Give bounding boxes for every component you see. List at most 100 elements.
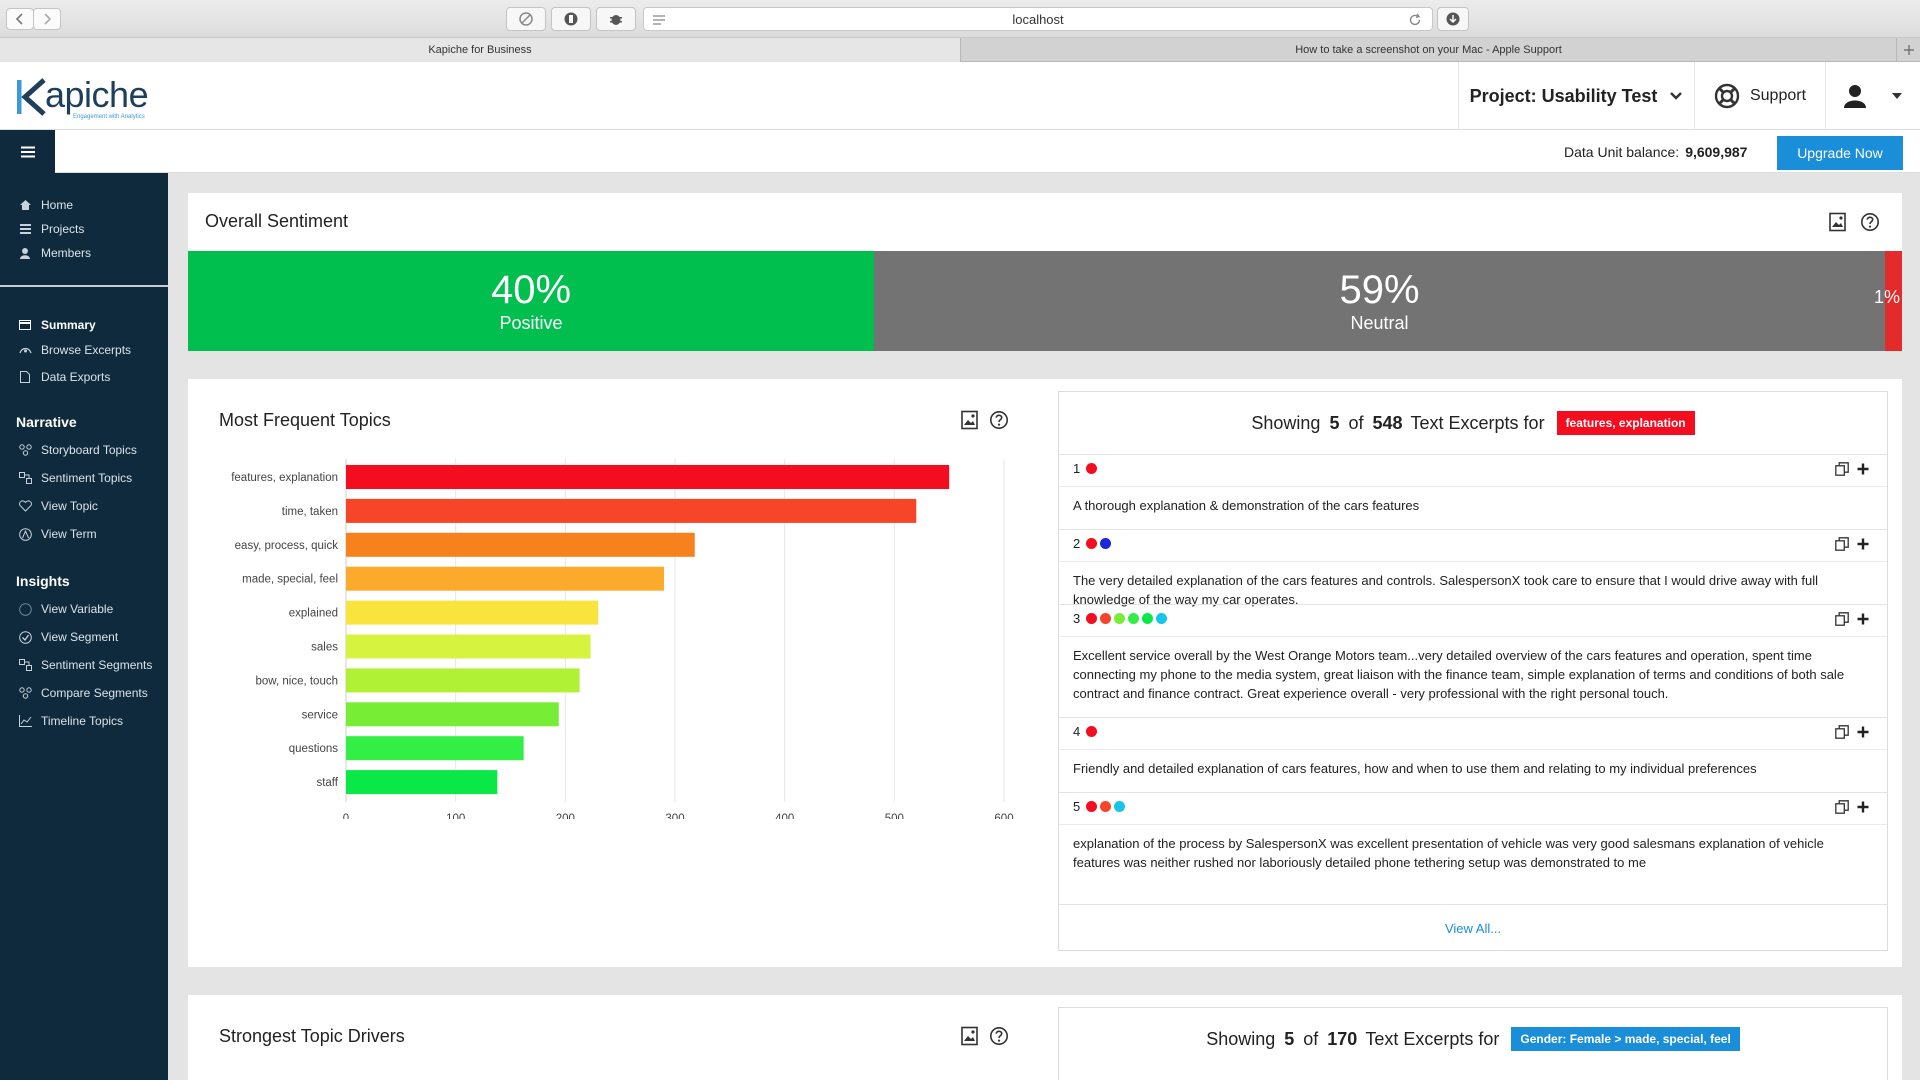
neutral-percent: 59% bbox=[1339, 267, 1420, 312]
sidebar-item-sentiment-segments[interactable]: Sentiment Segments bbox=[0, 655, 168, 675]
topics-card: Most Frequent Topics features, explanati… bbox=[188, 379, 1902, 967]
reload-icon[interactable] bbox=[1408, 13, 1422, 27]
neutral-label: Neutral bbox=[1350, 312, 1409, 333]
tab-kapiche[interactable]: Kapiche for Business bbox=[0, 38, 961, 62]
copy-icon[interactable] bbox=[1835, 725, 1849, 739]
add-icon[interactable] bbox=[1857, 726, 1869, 738]
sidebar-item-view-variable[interactable]: View Variable bbox=[0, 599, 168, 619]
excerpt-index: 2 bbox=[1073, 536, 1081, 551]
bar[interactable] bbox=[346, 634, 591, 659]
bar[interactable] bbox=[346, 736, 524, 761]
sidebar-item-view-topic[interactable]: View Topic bbox=[0, 496, 168, 516]
upgrade-button[interactable]: Upgrade Now bbox=[1777, 136, 1903, 170]
excerpt-count: 5 bbox=[1329, 412, 1340, 433]
extension-button-1[interactable] bbox=[506, 7, 546, 31]
block-icon bbox=[519, 12, 533, 26]
sidebar-item-home[interactable]: Home bbox=[0, 195, 168, 215]
add-icon[interactable] bbox=[1857, 613, 1869, 625]
help-icon[interactable] bbox=[989, 410, 1009, 430]
sidebar-item-members[interactable]: Members bbox=[0, 243, 168, 263]
bar[interactable] bbox=[346, 668, 580, 693]
add-icon[interactable] bbox=[1857, 538, 1869, 550]
positive-label: Positive bbox=[499, 312, 563, 333]
sidebar-item-compare-segments[interactable]: Compare Segments bbox=[0, 683, 168, 703]
view-all-row: View All... bbox=[1059, 904, 1887, 951]
excerpt-total: 548 bbox=[1372, 412, 1403, 433]
bar[interactable] bbox=[346, 498, 917, 523]
topic-dot bbox=[1086, 538, 1098, 549]
excerpt-text: Excellent service overall by the West Or… bbox=[1073, 648, 1845, 701]
forward-button[interactable] bbox=[33, 8, 61, 30]
excerpt-total: 170 bbox=[1327, 1028, 1358, 1049]
topic-tag[interactable]: features, explanation bbox=[1556, 411, 1695, 435]
topic-dot bbox=[1086, 801, 1098, 812]
copy-icon[interactable] bbox=[1835, 800, 1849, 814]
address-bar[interactable]: localhost bbox=[643, 7, 1433, 31]
excerpt-divider bbox=[1059, 561, 1887, 562]
sidebar-item-timeline-topics[interactable]: Timeline Topics bbox=[0, 711, 168, 731]
excerpt-divider bbox=[1059, 824, 1887, 825]
x-tick-label: 400 bbox=[775, 813, 794, 819]
excerpt-count: 5 bbox=[1284, 1028, 1295, 1049]
downloads-button[interactable] bbox=[1437, 7, 1469, 31]
bar[interactable] bbox=[346, 702, 559, 727]
bar[interactable] bbox=[346, 770, 498, 795]
sidebar-item-projects[interactable]: Projects bbox=[0, 219, 168, 239]
help-icon[interactable] bbox=[1860, 212, 1880, 232]
category-label: features, explanation bbox=[231, 472, 338, 484]
x-tick-label: 0 bbox=[343, 813, 349, 819]
positive-segment[interactable]: 40% Positive bbox=[188, 251, 874, 351]
bar[interactable] bbox=[346, 566, 665, 591]
logo-text: apiche bbox=[45, 74, 149, 115]
neutral-segment[interactable]: 59% Neutral bbox=[874, 251, 1885, 351]
add-icon[interactable] bbox=[1857, 463, 1869, 475]
menu-toggle-button[interactable] bbox=[0, 130, 55, 173]
card-title: Strongest Topic Drivers bbox=[219, 1026, 405, 1046]
back-button[interactable] bbox=[6, 8, 34, 30]
project-selector[interactable]: Project: Usability Test bbox=[1458, 62, 1695, 130]
sidebar-item-view-segment[interactable]: View Segment bbox=[0, 627, 168, 647]
tab-apple-support[interactable]: How to take a screenshot on your Mac - A… bbox=[961, 38, 1896, 62]
browse-icon bbox=[18, 343, 32, 357]
reader-icon bbox=[653, 15, 665, 25]
browser-toolbar: localhost bbox=[0, 0, 1920, 38]
export-image-icon[interactable] bbox=[1828, 212, 1848, 232]
excerpt-text: A thorough explanation & demonstration o… bbox=[1073, 498, 1420, 513]
sidebar-item-data-exports[interactable]: Data Exports bbox=[0, 367, 168, 387]
add-icon[interactable] bbox=[1857, 801, 1869, 813]
bar[interactable] bbox=[346, 600, 599, 625]
file-icon bbox=[18, 370, 32, 384]
topic-dot bbox=[1128, 613, 1140, 624]
support-button[interactable]: Support bbox=[1695, 62, 1826, 130]
sidebar-item-summary[interactable]: Summary bbox=[0, 315, 168, 335]
segment-tag[interactable]: Gender: Female > made, special, feel bbox=[1511, 1027, 1740, 1051]
copy-icon[interactable] bbox=[1835, 537, 1849, 551]
excerpts-suffix: Text Excerpts for bbox=[1365, 1028, 1500, 1049]
export-image-icon[interactable] bbox=[960, 1026, 980, 1046]
excerpt-number: 3 bbox=[1073, 611, 1168, 626]
sidebar-item-browse-excerpts[interactable]: Browse Excerpts bbox=[0, 340, 168, 360]
user-menu-button[interactable] bbox=[1826, 62, 1920, 130]
new-tab-button[interactable] bbox=[1896, 38, 1920, 62]
topic-dot bbox=[1114, 613, 1126, 624]
kapiche-logo[interactable]: apiche Engagement with Analytics bbox=[17, 72, 177, 122]
help-icon[interactable] bbox=[989, 1026, 1009, 1046]
sidebar-item-view-term[interactable]: View Term bbox=[0, 524, 168, 544]
bar[interactable] bbox=[346, 532, 695, 557]
category-label: bow, nice, touch bbox=[256, 675, 338, 687]
extension-button-3[interactable] bbox=[596, 7, 636, 31]
url-text: localhost bbox=[1012, 11, 1064, 27]
export-image-icon[interactable] bbox=[960, 410, 980, 430]
extension-button-2[interactable] bbox=[551, 7, 591, 31]
sidebar-item-sentiment-topics[interactable]: Sentiment Topics bbox=[0, 468, 168, 488]
copy-icon[interactable] bbox=[1835, 612, 1849, 626]
of-word: of bbox=[1348, 412, 1364, 433]
topic-dot bbox=[1086, 463, 1098, 474]
excerpt-actions bbox=[1835, 462, 1869, 476]
topics-bar-chart: features, explanation time, taken easy, pr… bbox=[231, 459, 1014, 819]
bar[interactable] bbox=[346, 465, 950, 489]
sidebar-item-storyboard-topics[interactable]: Storyboard Topics bbox=[0, 440, 168, 460]
copy-icon[interactable] bbox=[1835, 462, 1849, 476]
view-all-link[interactable]: View All... bbox=[1445, 921, 1501, 936]
drivers-excerpts-panel: Showing 5 of 170 Text Excerpts for Gende… bbox=[1058, 1007, 1888, 1080]
